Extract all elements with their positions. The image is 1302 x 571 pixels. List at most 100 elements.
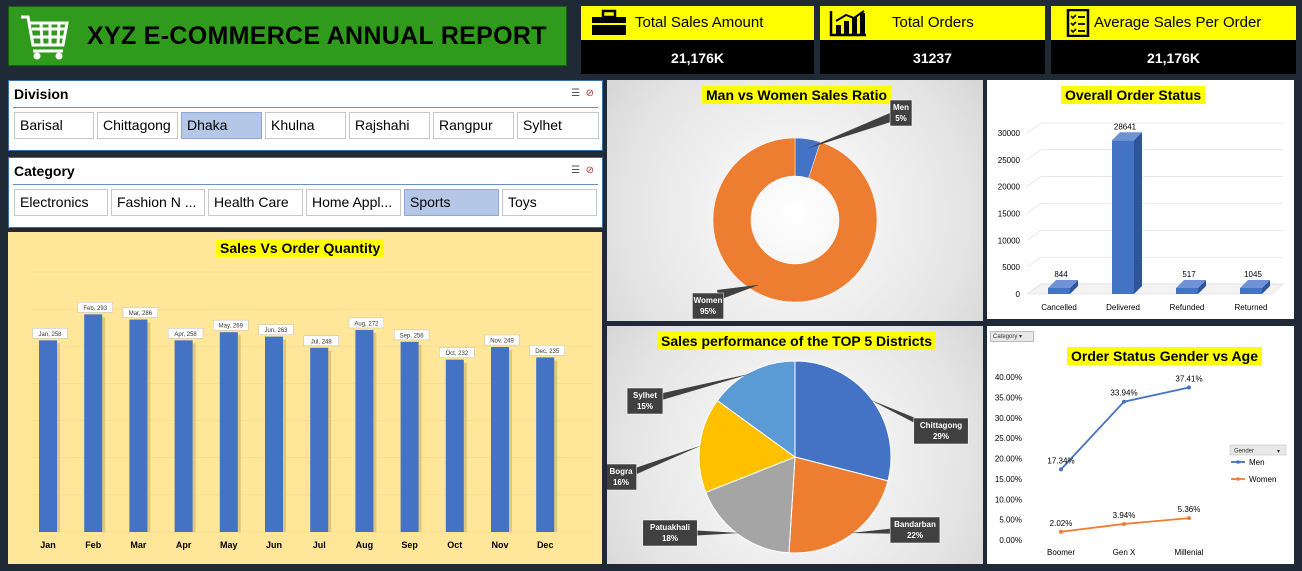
clear-filter-icon[interactable]: ⊘	[586, 165, 594, 176]
slice-label-bandarban: Bandarban 22%	[889, 516, 941, 544]
slice-women	[712, 137, 878, 303]
bar-returned	[1240, 288, 1262, 294]
x-tick-label: Gen X	[1113, 548, 1136, 557]
slicer-item-chittagong[interactable]: Chittagong	[97, 112, 178, 139]
slicer-item-home-appliances[interactable]: Home Appl...	[306, 189, 401, 216]
briefcase-icon	[592, 9, 626, 35]
top-districts-chart: Chittagong 29% Bandarban 22% Patuakhali 18% Bo…	[607, 360, 969, 554]
legend-label: Women	[1249, 475, 1276, 484]
data-label: 1045	[1244, 270, 1262, 279]
slicer-item-electronics[interactable]: Electronics	[14, 189, 108, 216]
x-tick-label: Nov	[491, 540, 508, 550]
multi-select-icon[interactable]: ☰	[571, 165, 580, 176]
bar-mar	[129, 319, 148, 532]
data-label: 17.34%	[1047, 456, 1074, 465]
shopping-cart-icon	[21, 15, 69, 60]
series-point	[1059, 467, 1063, 472]
bar-dec	[536, 357, 555, 532]
order-status-chart: 30000 25000 20000 15000 10000 5000 0 844 Cancell…	[998, 122, 1284, 312]
x-tick-label: Returned	[1235, 303, 1268, 312]
slicer-item-rangpur[interactable]: Rangpur	[433, 112, 514, 139]
bar-delivered	[1112, 140, 1134, 294]
y-tick-label: 25000	[998, 156, 1021, 165]
kpi-value: 21,176K	[1147, 50, 1200, 66]
legend-label: Men	[1249, 458, 1265, 467]
slicer-item-barisal[interactable]: Barisal	[14, 112, 94, 139]
slice-label-chittagong: Chittagong 29%	[913, 417, 969, 445]
gridline	[1026, 256, 1042, 268]
slicer-item-khulna[interactable]: Khulna	[265, 112, 346, 139]
data-label: Nov, 249	[490, 339, 514, 345]
report-title-banner: XYZ E-COMMERCE ANNUAL REPORT	[8, 6, 567, 66]
clear-filter-icon[interactable]: ⊘	[586, 88, 594, 99]
sales-vs-qty-panel: Sales Vs Order Quantity Jan, 258 Jan Feb, …	[8, 232, 602, 564]
bar-chart-icon	[829, 10, 866, 37]
gender-age-chart: 40.00% 35.00% 30.00% 25.00% 20.00% 15.00% 10.0…	[995, 373, 1287, 557]
data-label: 3.94%	[1113, 511, 1136, 520]
series-line-men	[1060, 386, 1190, 470]
x-tick-label: Feb	[85, 540, 102, 550]
data-label: 33.94%	[1110, 389, 1137, 398]
slice-label-patuakhali-text: 18%	[662, 534, 678, 543]
bar-feb	[84, 314, 103, 532]
bar-jan	[39, 340, 57, 532]
checklist-icon	[1066, 9, 1090, 37]
kpi-value: 31237	[913, 50, 952, 66]
kpi-label: Average Sales Per Order	[1094, 14, 1262, 31]
slicer-item-rajshahi[interactable]: Rajshahi	[349, 112, 430, 139]
data-label: Aug, 272	[354, 321, 379, 327]
y-tick-label: 20.00%	[995, 455, 1022, 464]
y-tick-label: 30000	[998, 129, 1021, 138]
kpi-total-sales: Total Sales Amount 21,176K	[581, 6, 814, 74]
data-label: Jul, 248	[311, 339, 333, 345]
bar-refunded	[1176, 288, 1198, 294]
y-tick-label: 10000	[998, 236, 1021, 245]
series-point	[1187, 385, 1191, 390]
gender-ratio-panel: Man vs Women Sales Ratio Men 5% Women 95%	[607, 80, 983, 321]
slice-label-sylhet: Sylhet 15%	[626, 387, 664, 415]
bar-side	[1134, 132, 1142, 294]
bar-nov	[491, 347, 509, 532]
series-point	[1187, 516, 1191, 521]
x-tick-label: Aug	[356, 540, 374, 550]
sales-vs-qty-chart: Jan, 258 Jan Feb, 293 Feb Mar, 286 Mar Apr, 25…	[32, 271, 593, 550]
data-label: 517	[1182, 270, 1196, 279]
legend-marker	[1236, 460, 1240, 464]
gridline	[1026, 149, 1042, 161]
slicer-item-toys[interactable]: Toys	[502, 189, 597, 216]
slice-label-patuakhali: Patuakhali 18%	[642, 519, 698, 547]
slicer-item-fashion[interactable]: Fashion N ...	[111, 189, 205, 216]
legend: Gender ▾ Men Women	[1229, 444, 1287, 484]
multi-select-icon[interactable]: ☰	[571, 88, 580, 99]
x-tick-label: Refunded	[1170, 303, 1205, 312]
data-label: 5.36%	[1178, 505, 1201, 514]
slice-label-women-text: 95%	[700, 307, 716, 316]
data-label: May, 269	[219, 324, 244, 330]
gridline	[1026, 203, 1042, 214]
bar-jul	[310, 347, 329, 532]
series-point	[1059, 529, 1063, 534]
x-tick-label: May	[220, 540, 238, 550]
slicer-item-sylhet[interactable]: Sylhet	[517, 112, 599, 139]
y-tick-label: 0	[1016, 290, 1021, 299]
gridline	[1026, 230, 1042, 241]
slice-label-patuakhali-text: Patuakhali	[650, 523, 690, 532]
slicer-item-sports[interactable]: Sports	[404, 189, 499, 216]
gender-ratio-chart: Men 5% Women 95%	[692, 99, 913, 320]
order-status-panel: Overall Order Status 30000 25000 20000 1500…	[987, 80, 1294, 319]
bar-sep	[400, 341, 419, 532]
slicer-item-dhaka[interactable]: Dhaka	[181, 112, 262, 139]
x-tick-label: Delivered	[1106, 303, 1140, 312]
slicer-item-health-care[interactable]: Health Care	[208, 189, 303, 216]
data-label: Dec, 235	[535, 349, 560, 355]
slice-label-women-text: Women	[694, 296, 723, 305]
legend-title: Gender	[1234, 449, 1254, 455]
gridline	[1026, 122, 1042, 134]
slice-label-chittagong-text: 29%	[933, 432, 949, 441]
gender-age-panel: Category ▾ Order Status Gender vs Age 40…	[987, 326, 1294, 564]
x-tick-label: Cancelled	[1041, 303, 1077, 312]
slicer-title: Division	[14, 86, 69, 102]
data-label: Jun, 263	[264, 328, 288, 334]
kpi-avg-sales: Average Sales Per Order 21,176K	[1051, 6, 1296, 74]
data-label: Feb, 293	[83, 306, 107, 312]
